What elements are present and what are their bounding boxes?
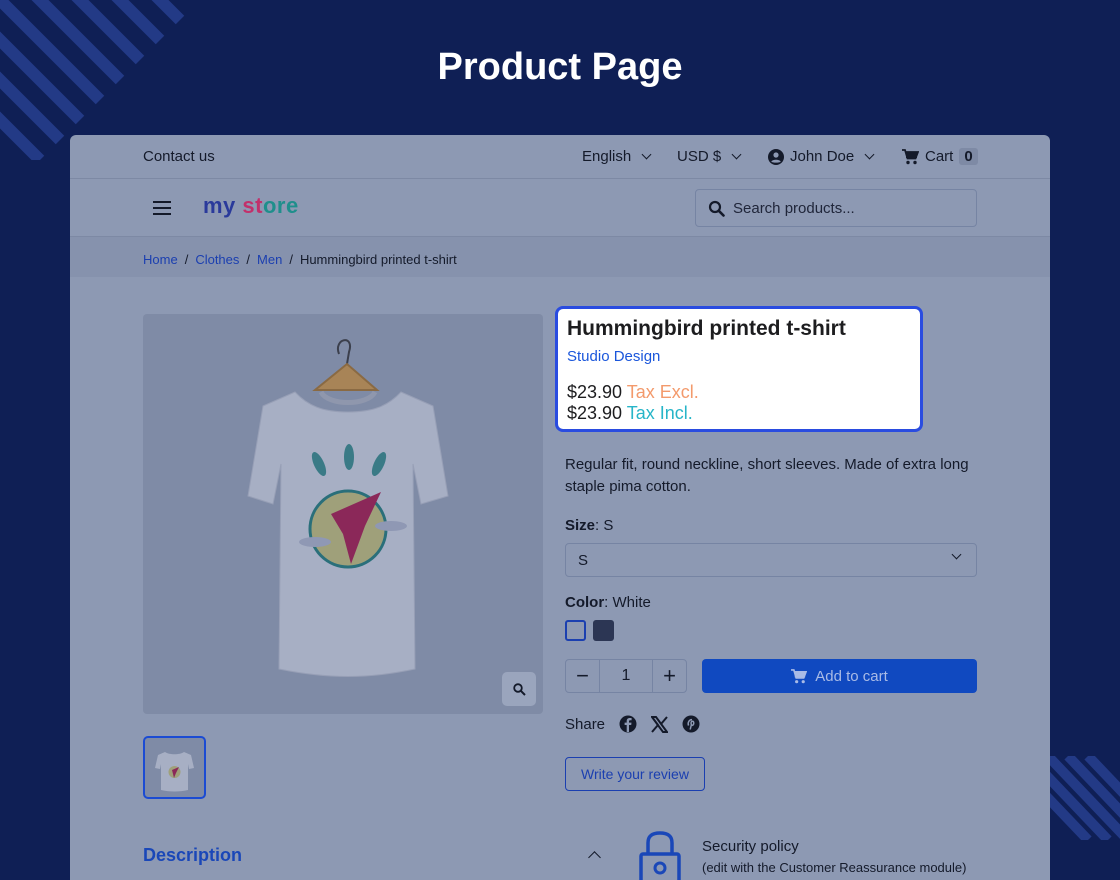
contact-link[interactable]: Contact us — [143, 148, 215, 165]
pinterest-icon[interactable] — [682, 715, 700, 733]
chevron-down-icon — [641, 149, 652, 160]
color-swatch-white[interactable] — [565, 620, 586, 641]
lock-icon — [639, 831, 681, 880]
search-icon — [708, 200, 725, 217]
quantity-input[interactable]: 1 — [599, 660, 653, 692]
breadcrumb-current: Hummingbird printed t-shirt — [299, 252, 457, 267]
currency-selector[interactable]: USD $ — [677, 148, 742, 165]
breadcrumb-home[interactable]: Home — [143, 252, 178, 267]
search-input[interactable] — [733, 199, 963, 217]
chevron-down-icon — [731, 149, 742, 160]
menu-icon[interactable] — [153, 201, 171, 215]
chevron-down-icon — [951, 549, 962, 560]
cart-label: Cart — [925, 148, 954, 165]
security-policy-subtitle: (edit with the Customer Reassurance modu… — [702, 860, 967, 875]
page-heading: Product Page — [437, 46, 683, 88]
size-label: Size: S — [565, 517, 614, 534]
description-heading[interactable]: Description — [143, 845, 242, 866]
cart-count-badge: 0 — [959, 148, 978, 165]
chevron-down-icon — [864, 149, 875, 160]
add-to-cart-label: Add to cart — [815, 667, 888, 685]
search-box — [695, 189, 977, 227]
security-policy-title: Security policy — [702, 838, 799, 855]
language-selector[interactable]: English — [582, 148, 652, 165]
product-thumbnail[interactable] — [143, 736, 206, 799]
color-label: Color: White — [565, 594, 651, 611]
store-logo[interactable]: my store — [203, 193, 299, 219]
reassurance-block: Security policy (edit with the Customer … — [702, 838, 966, 875]
share-label: Share — [565, 715, 606, 733]
price-excl: $23.90 Tax Excl. — [567, 382, 699, 402]
breadcrumb-men[interactable]: Men — [257, 252, 282, 267]
color-swatch-dark[interactable] — [593, 620, 614, 641]
add-to-cart-button[interactable]: Add to cart — [702, 659, 977, 693]
x-twitter-icon[interactable] — [651, 715, 669, 733]
increase-quantity-button[interactable]: + — [653, 660, 686, 692]
cart-icon — [791, 668, 808, 683]
decrease-quantity-button[interactable]: − — [566, 660, 599, 692]
user-name: John Doe — [790, 148, 855, 165]
chevron-up-icon[interactable] — [588, 851, 601, 864]
tax-incl-label: Tax Incl. — [626, 403, 693, 423]
tshirt-thumbnail — [155, 752, 194, 792]
browser-frame: Contact us English USD $ John Doe Cart 0… — [70, 135, 1050, 880]
product-title: Hummingbird printed t-shirt — [567, 317, 846, 340]
user-menu[interactable]: John Doe — [768, 148, 875, 165]
product-short-description: Regular fit, round neckline, short sleev… — [565, 456, 969, 495]
tshirt-image — [247, 339, 449, 677]
size-select[interactable]: S — [565, 543, 977, 577]
top-bar: Contact us English USD $ John Doe Cart 0 — [70, 135, 1050, 179]
write-review-button[interactable]: Write your review — [565, 757, 705, 791]
share-row: Share — [565, 715, 700, 733]
currency-label: USD $ — [677, 148, 722, 165]
breadcrumb: Home / Clothes / Men / Hummingbird printed t-s… — [70, 237, 1050, 277]
language-label: English — [582, 148, 632, 165]
cart-button[interactable]: Cart 0 — [902, 148, 978, 165]
decorative-stripes — [1048, 756, 1120, 840]
breadcrumb-clothes[interactable]: Clothes — [195, 252, 239, 267]
size-select-value: S — [578, 552, 589, 569]
user-circle-icon — [768, 148, 784, 165]
product-image[interactable] — [143, 314, 543, 714]
cart-icon — [902, 148, 919, 164]
facebook-icon[interactable] — [619, 715, 637, 733]
zoom-button[interactable] — [502, 672, 536, 706]
price-incl: $23.90 Tax Incl. — [567, 403, 693, 423]
zoom-icon — [512, 682, 526, 696]
product-brand-link[interactable]: Studio Design — [567, 348, 660, 365]
quantity-stepper: − 1 + — [565, 659, 687, 693]
tax-excl-label: Tax Excl. — [626, 382, 699, 402]
site-header: my store — [70, 179, 1050, 237]
product-summary: Hummingbird printed t-shirt Studio Desig… — [555, 306, 923, 432]
